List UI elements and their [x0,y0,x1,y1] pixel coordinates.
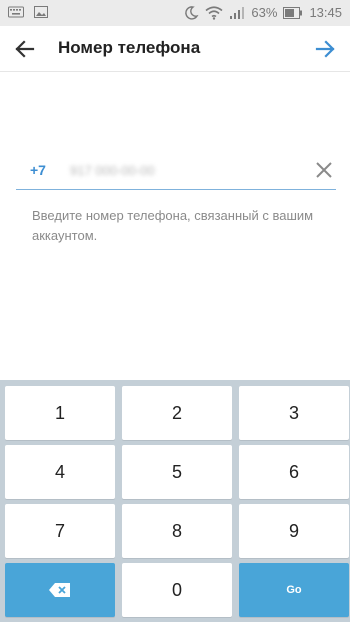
key-2[interactable]: 2 [122,386,232,440]
phone-field: +7 [16,152,336,190]
close-icon [316,162,332,178]
battery-icon [283,7,303,19]
numeric-keypad: 1 2 3 4 5 6 7 8 9 0 Go [0,380,350,622]
country-code[interactable]: +7 [30,162,46,178]
battery-percent: 63% [251,5,278,20]
next-button[interactable] [312,36,338,62]
wifi-icon [205,6,223,20]
clock: 13:45 [309,5,342,20]
arrow-right-icon [315,40,335,58]
key-0[interactable]: 0 [122,563,232,617]
arrow-left-icon [15,40,35,58]
action-bar: Номер телефона [0,26,350,72]
clear-button[interactable] [314,160,334,180]
key-9[interactable]: 9 [239,504,349,558]
key-3[interactable]: 3 [239,386,349,440]
key-6[interactable]: 6 [239,445,349,499]
key-4[interactable]: 4 [5,445,115,499]
backspace-icon [49,583,70,597]
key-7[interactable]: 7 [5,504,115,558]
page-title: Номер телефона [58,38,201,57]
go-key[interactable]: Go [239,563,349,617]
moon-icon [183,5,199,21]
key-5[interactable]: 5 [122,445,232,499]
signal-icon [229,6,245,20]
phone-number-input[interactable] [70,156,300,184]
phone-hint: Введите номер телефона, связанный с ваши… [32,208,314,243]
key-8[interactable]: 8 [122,504,232,558]
keyboard-icon [8,6,24,18]
image-icon [34,6,48,18]
key-1[interactable]: 1 [5,386,115,440]
backspace-key[interactable] [5,563,115,617]
status-bar: 63% 13:45 [0,0,350,26]
back-button[interactable] [12,36,38,62]
